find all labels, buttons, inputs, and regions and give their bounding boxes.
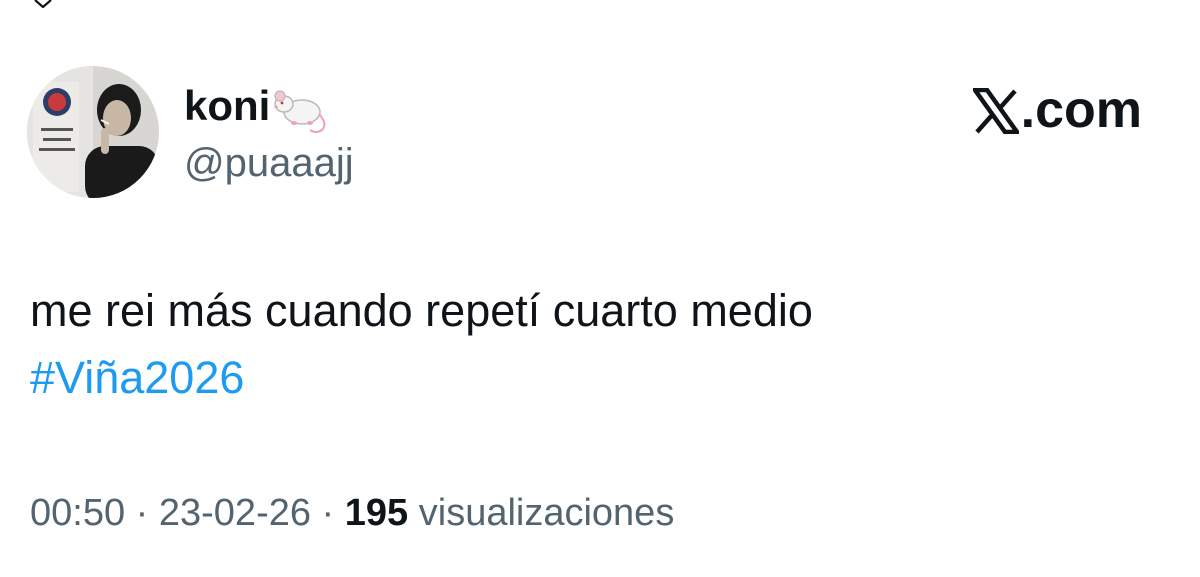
views-label: visualizaciones xyxy=(408,492,675,534)
tweet-meta: 00:50 · 23-02-26 · 195 visualizaciones xyxy=(30,489,674,537)
brand-watermark: .com xyxy=(970,80,1142,140)
hashtag-link[interactable]: #Viña2026 xyxy=(30,350,244,406)
tweet-date[interactable]: 23-02-26 xyxy=(159,492,311,534)
brand-domain-text: .com xyxy=(1020,81,1142,139)
author-name-text[interactable]: koni xyxy=(184,80,270,132)
tweet-time[interactable]: 00:50 xyxy=(30,492,125,534)
meta-separator: · xyxy=(311,492,345,534)
x-logo-icon xyxy=(970,87,1021,135)
rat-icon xyxy=(272,84,332,136)
meta-separator: · xyxy=(125,492,159,534)
views-count[interactable]: 195 xyxy=(345,492,408,534)
tweet-text: me rei más cuando repetí cuarto medio xyxy=(30,285,813,336)
chevron-down-icon[interactable] xyxy=(33,0,53,8)
author-display-name[interactable]: koni xyxy=(184,80,332,133)
author-handle[interactable]: @puaaajj xyxy=(184,138,354,188)
avatar[interactable] xyxy=(27,66,159,198)
